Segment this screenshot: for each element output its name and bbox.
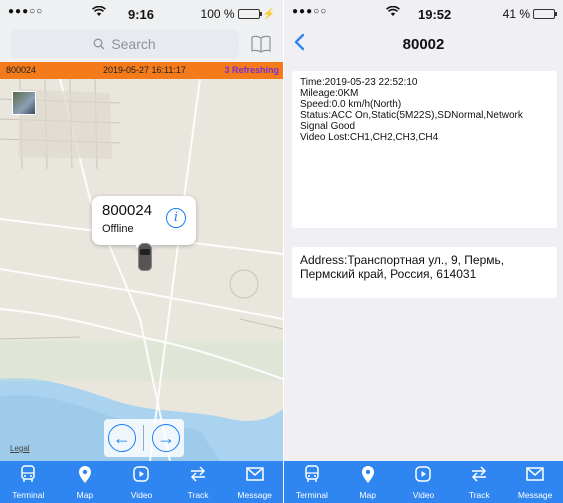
detail-line: Signal Good [300,121,356,132]
tab-label: Map [359,490,376,500]
location-pin-icon [358,464,378,490]
page-title: 80002 [402,36,445,53]
cell-signal-icon: ●●●○○ [8,6,44,17]
tab-map[interactable]: Map [57,461,114,503]
address-line: Address:Транспортная ул., 9, Пермь, [300,253,505,267]
device-detail-screen: ●●●○○ 19:52 41 % 80002 Time:2019-05-23 2… [284,0,563,503]
tab-track[interactable]: Track [451,461,507,503]
search-placeholder: Search [111,36,156,52]
track-arrows-icon [188,464,208,490]
detail-line: Speed:0.0 km/h(North) [300,99,402,110]
map-layer-thumbnail[interactable] [12,91,36,115]
tab-label: Terminal [12,490,45,500]
detail-line: Status:ACC On,Static(5M22S),SDNormal,Net… [300,110,523,121]
tab-map[interactable]: Map [340,461,396,503]
bus-icon [302,464,322,490]
callout-device-id: 800024 [102,202,153,219]
address-line: Пермский край, Россия, 614031 [300,267,477,281]
envelope-icon [525,464,545,490]
map-screen: ●●●○○ 9:16 100 % ⚡ Search 800024 2019-05… [0,0,283,503]
location-pin-icon [75,464,95,490]
tab-video[interactable]: Video [396,461,452,503]
map-nav-controls: ← → [104,419,184,457]
tab-label: Video [130,490,153,500]
wifi-icon [386,6,400,16]
device-info-bar: 800024 2019-05-27 16:11:17 3 Refreshing [0,62,283,79]
refresh-status[interactable]: 3 Refreshing [224,65,279,75]
cell-signal-icon: ●●●○○ [292,6,328,17]
status-time: 9:16 [128,7,155,22]
tab-video[interactable]: Video [113,461,170,503]
status-bar: ●●●○○ 9:16 100 % ⚡ [0,0,283,26]
tab-label: Track [468,490,490,500]
callout-status: Offline [102,223,134,235]
detail-line: Mileage:0KM [300,88,359,99]
infobar-device: 800024 [6,65,37,75]
tab-bar: Terminal Map Video Track Message [0,461,283,503]
tab-terminal[interactable]: Terminal [0,461,57,503]
infobar-datetime: 2019-05-27 16:11:17 [103,65,186,75]
bus-icon [18,464,38,490]
tab-message[interactable]: Message [507,461,563,503]
screens: ●●●○○ 9:16 100 % ⚡ Search 800024 2019-05… [0,0,563,503]
nav-bar: 80002 [284,26,563,62]
battery-icon [237,9,262,19]
tab-label: Track [187,490,209,500]
map-view[interactable]: 800024 Offline i ← → Legal [0,79,283,461]
car-marker-icon[interactable] [138,243,152,271]
address-card: Address:Транспортная ул., 9, Пермь, Перм… [292,247,557,298]
tab-bar: Terminal Map Video Track Message [284,461,563,503]
tab-label: Message [517,490,553,500]
book-icon[interactable] [251,35,271,53]
search-icon [93,38,105,50]
search-input[interactable]: Search [10,30,239,58]
legal-link[interactable]: Legal [10,444,30,453]
battery-status: 41 % [502,7,557,21]
video-play-icon [413,464,433,490]
tab-label: Video [412,490,435,500]
detail-line: Video Lost:CH1,CH2,CH3,CH4 [300,132,439,143]
tab-message[interactable]: Message [226,461,283,503]
battery-icon [533,9,557,19]
next-arrow-icon[interactable]: → [152,424,181,452]
previous-arrow-icon[interactable]: ← [107,424,136,452]
status-time: 19:52 [418,7,452,22]
video-play-icon [131,464,151,490]
tab-label: Message [237,490,272,500]
battery-percent: 100 % [200,7,235,21]
tab-label: Map [76,490,94,500]
battery-percent: 41 % [502,7,530,21]
track-arrows-icon [469,464,489,490]
status-bar: ●●●○○ 19:52 41 % [284,0,563,26]
battery-status: 100 % ⚡ [201,7,275,21]
search-header: Search [0,26,283,62]
device-callout[interactable]: 800024 Offline i [92,196,196,245]
divider [143,425,145,451]
tab-terminal[interactable]: Terminal [284,461,340,503]
device-status-card: Time:2019-05-23 22:52:10 Mileage:0KM Spe… [292,71,557,228]
tab-track[interactable]: Track [170,461,227,503]
envelope-icon [245,464,265,490]
charging-icon: ⚡ [262,8,275,20]
tab-label: Terminal [295,490,328,500]
detail-line: Time:2019-05-23 22:52:10 [300,77,418,88]
info-icon[interactable]: i [166,208,186,228]
wifi-icon [92,6,106,16]
